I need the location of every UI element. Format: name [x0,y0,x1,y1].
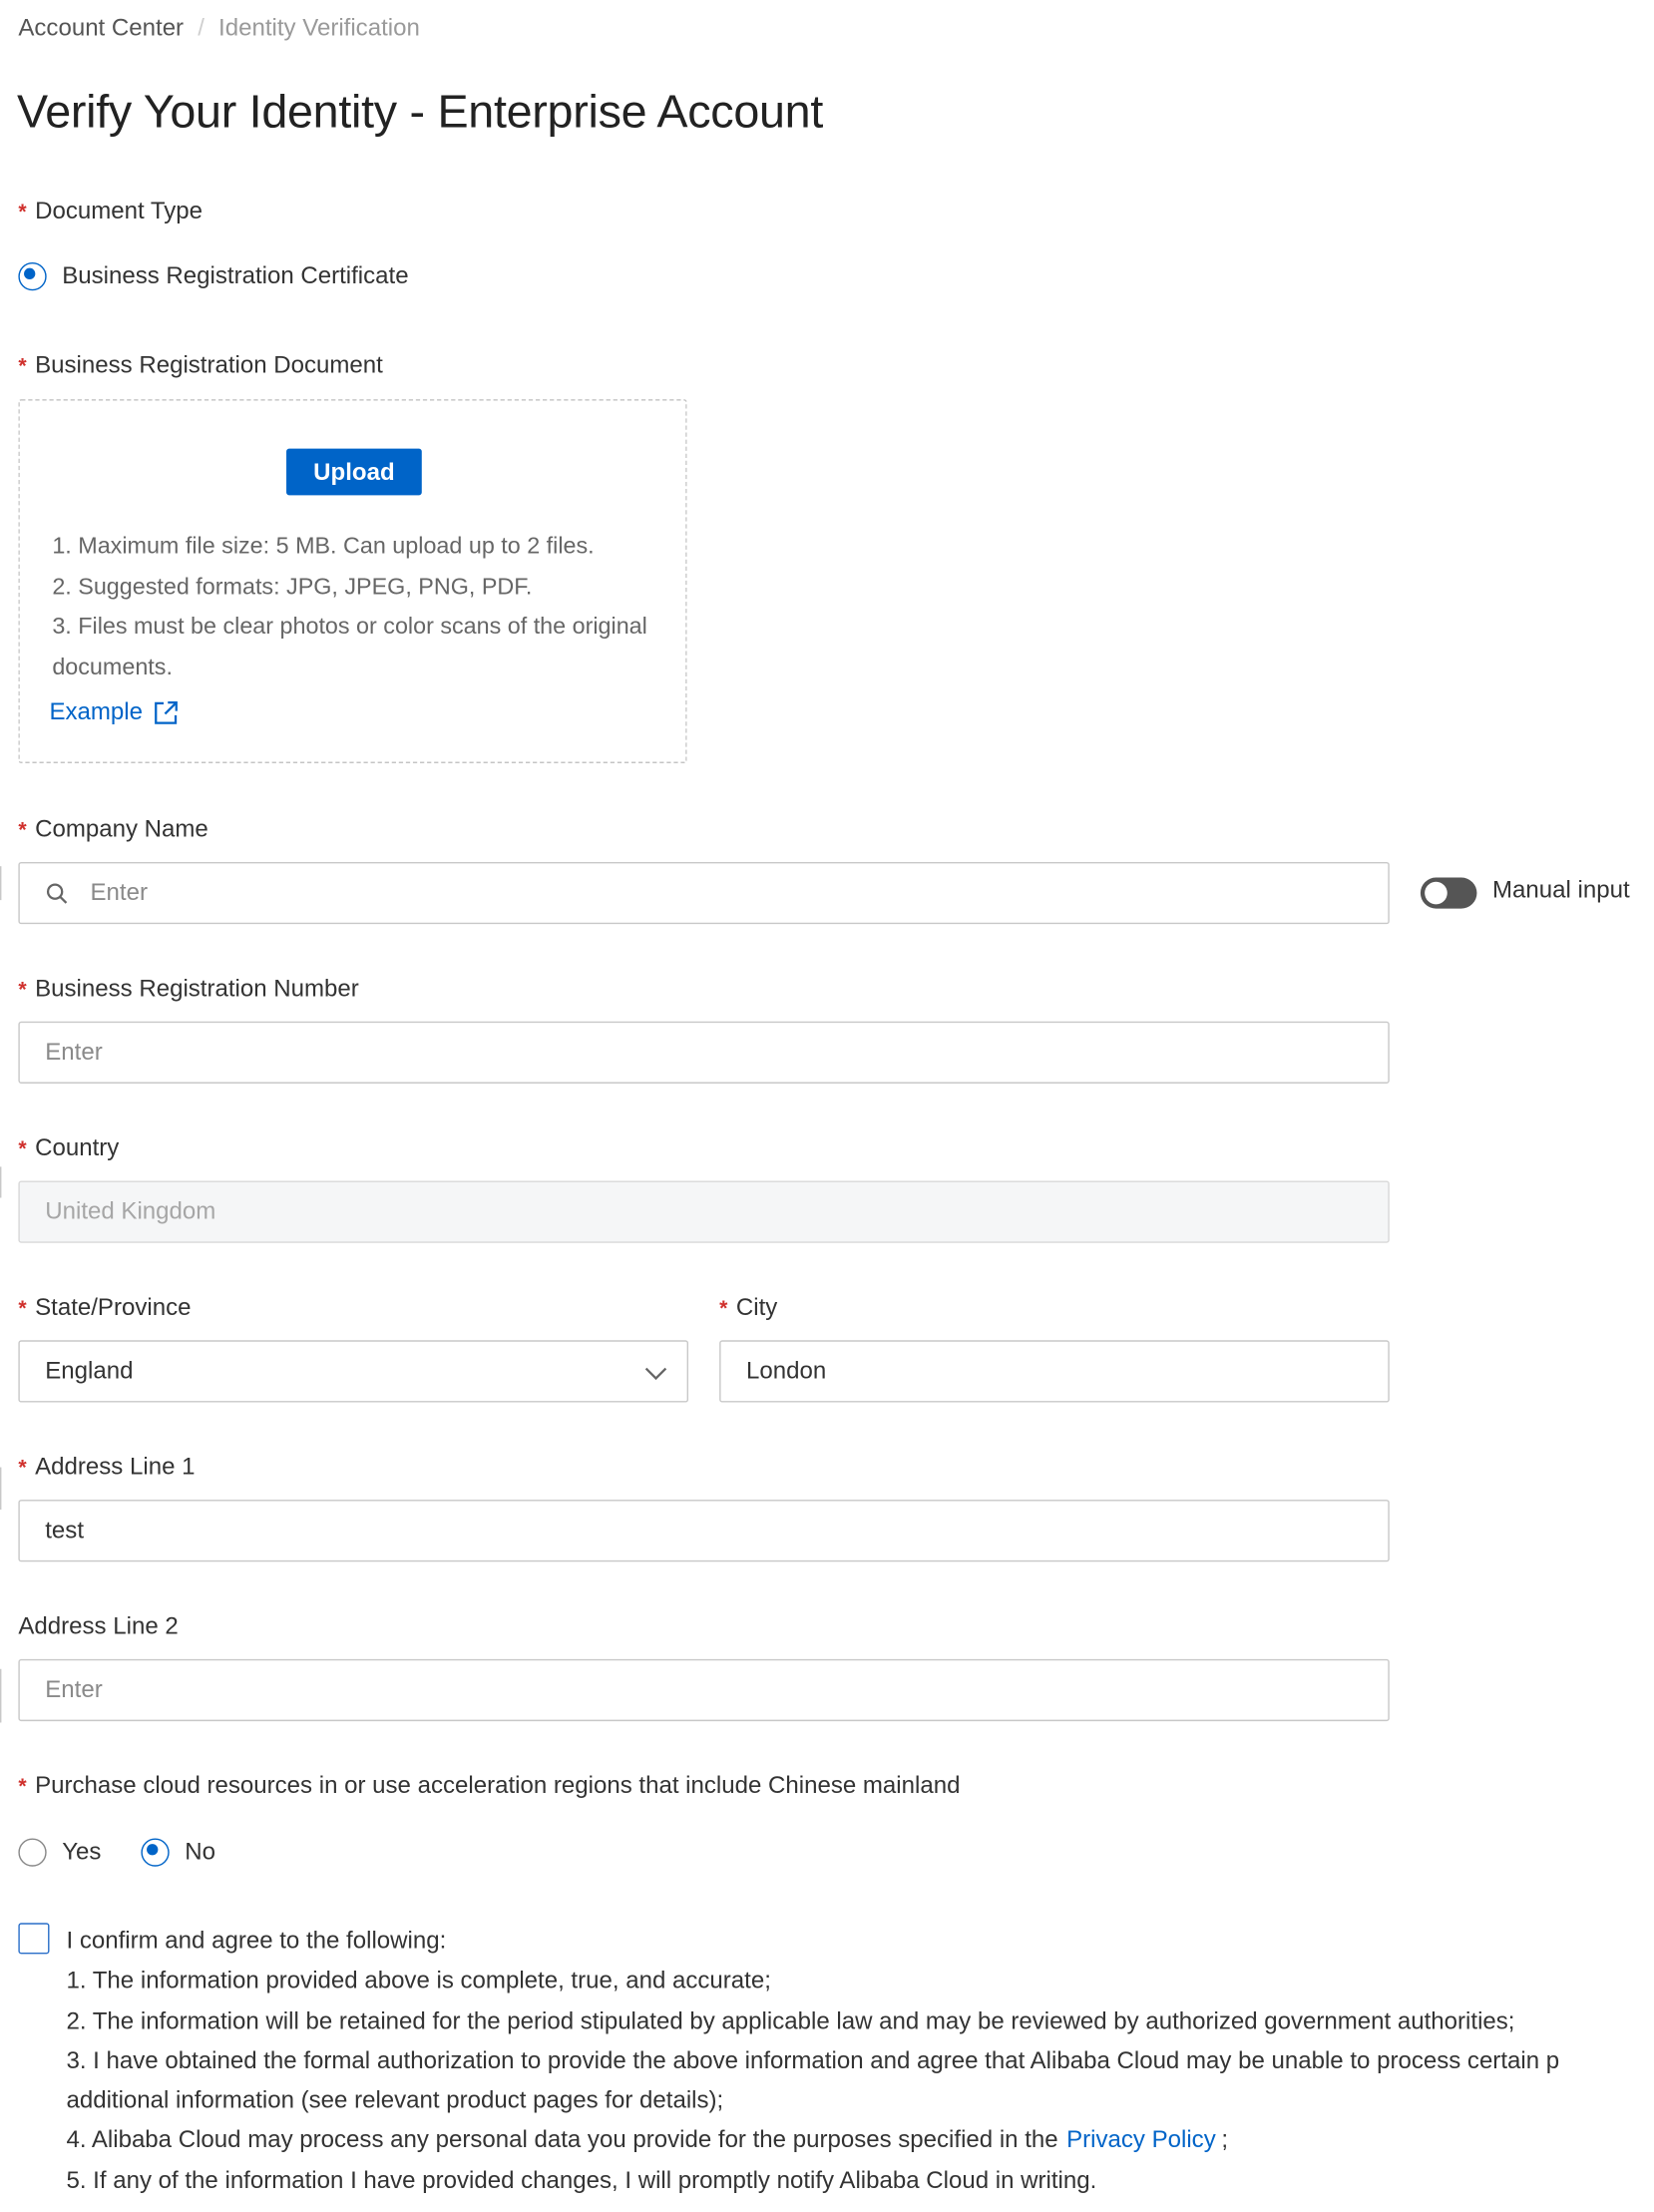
city-label: * City [719,1294,777,1322]
upload-tip-1: 1. Maximum file size: 5 MB. Can upload u… [52,533,595,559]
state-label: * State/Province [18,1294,191,1322]
country-value: United Kingdom [45,1197,216,1225]
address1-input[interactable]: test [18,1500,1390,1562]
agreement-intro: I confirm and agree to the following: [66,1927,447,1955]
mainland-yes-label: Yes [62,1838,102,1866]
left-edge-rule [0,1668,2,1723]
upload-tip-3: 3. Files must be clear photos or color s… [52,614,647,679]
state-value: England [45,1357,134,1385]
mainland-label: * Purchase cloud resources in or use acc… [18,1772,960,1800]
company-name-label-text: Company Name [35,815,208,843]
address2-label-text: Address Line 2 [18,1612,179,1640]
address1-value: test [45,1517,85,1544]
manual-input-label: Manual input [1492,876,1630,903]
city-value: London [746,1357,827,1385]
agreement-item-4-suffix: ; [1221,2126,1229,2154]
address2-label: Address Line 2 [18,1612,178,1640]
country-input: United Kingdom [18,1180,1390,1243]
agreement-item-4-prefix: 4. Alibaba Cloud may process any persona… [66,2126,1058,2154]
agreement-checkbox[interactable] [18,1923,50,1955]
registration-number-label-text: Business Registration Number [35,975,359,1002]
address2-placeholder: Enter [45,1675,103,1703]
agreement-item-3-cont: additional information (see relevant pro… [66,2086,724,2114]
registration-number-label: * Business Registration Number [18,975,358,1003]
document-type-label-text: Document Type [35,197,204,224]
country-label-text: Country [35,1133,120,1161]
agreement-item-5: 5. If any of the information I have prov… [66,2166,1097,2194]
upload-tips: 1. Maximum file size: 5 MB. Can upload u… [52,526,658,686]
manual-input-toggle[interactable] [1420,877,1477,909]
breadcrumb: Account Center / Identity Verification [18,14,419,42]
document-type-radio[interactable] [18,262,47,291]
country-label: * Country [18,1134,119,1162]
mainland-option-no[interactable]: No [141,1838,215,1867]
address2-input[interactable]: Enter [18,1658,1390,1722]
required-marker: * [18,1455,27,1480]
registration-number-input[interactable]: Enter [18,1021,1390,1084]
privacy-policy-link[interactable]: Privacy Policy [1066,2127,1216,2154]
upload-dropzone[interactable]: Upload 1. Maximum file size: 5 MB. Can u… [18,399,687,763]
upload-tip-2: 2. Suggested formats: JPG, JPEG, PNG, PD… [52,573,533,600]
required-marker: * [18,1295,27,1320]
state-label-text: State/Province [35,1293,192,1321]
agreement-item-2: 2. The information will be retained for … [66,2006,1515,2034]
agreement-item-4: 4. Alibaba Cloud may process any persona… [66,2121,1559,2161]
breadcrumb-account-center[interactable]: Account Center [18,14,184,42]
state-select[interactable]: England [18,1340,689,1403]
document-type-option-label: Business Registration Certificate [62,262,409,289]
required-marker: * [18,200,27,224]
left-edge-rule [0,1166,2,1198]
document-type-option[interactable]: Business Registration Certificate [18,262,409,291]
business-doc-label: * Business Registration Document [18,351,382,379]
required-marker: * [18,817,27,842]
required-marker: * [18,1135,27,1161]
required-marker: * [18,353,27,378]
address1-label-text: Address Line 1 [35,1453,196,1481]
search-icon [45,881,69,905]
agreement-text: I confirm and agree to the following: 1.… [66,1922,1559,2201]
upload-button[interactable]: Upload [286,448,422,496]
mainland-no-radio[interactable] [141,1838,170,1867]
address1-label: * Address Line 1 [18,1453,195,1481]
chevron-down-icon [643,1362,668,1390]
city-label-text: City [735,1293,778,1321]
mainland-no-label: No [185,1838,215,1866]
external-link-icon [155,700,179,724]
agreement-item-1: 1. The information provided above is com… [66,1967,771,1994]
example-link[interactable]: Example [49,698,179,726]
document-type-label: * Document Type [18,198,203,225]
breadcrumb-current: Identity Verification [218,14,420,42]
example-link-label[interactable]: Example [49,698,143,726]
agreement-item-3: 3. I have obtained the formal authorizat… [66,2046,1560,2074]
page: Account Center / Identity Verification V… [0,0,1654,2212]
left-edge-rule [0,866,2,901]
city-input[interactable]: London [719,1340,1390,1403]
mainland-yes-radio[interactable] [18,1838,47,1867]
company-name-input[interactable]: Enter [18,861,1390,925]
left-edge-rule [0,1467,2,1510]
breadcrumb-separator: / [198,14,205,42]
required-marker: * [719,1295,728,1320]
page-title: Verify Your Identity - Enterprise Accoun… [16,84,824,138]
required-marker: * [18,1774,27,1799]
mainland-option-yes[interactable]: Yes [18,1838,102,1867]
required-marker: * [18,977,27,1002]
company-name-placeholder: Enter [90,878,148,906]
business-doc-label-text: Business Registration Document [35,351,383,378]
mainland-label-text: Purchase cloud resources in or use accel… [35,1771,961,1799]
company-name-label: * Company Name [18,815,207,843]
registration-number-placeholder: Enter [45,1038,103,1066]
